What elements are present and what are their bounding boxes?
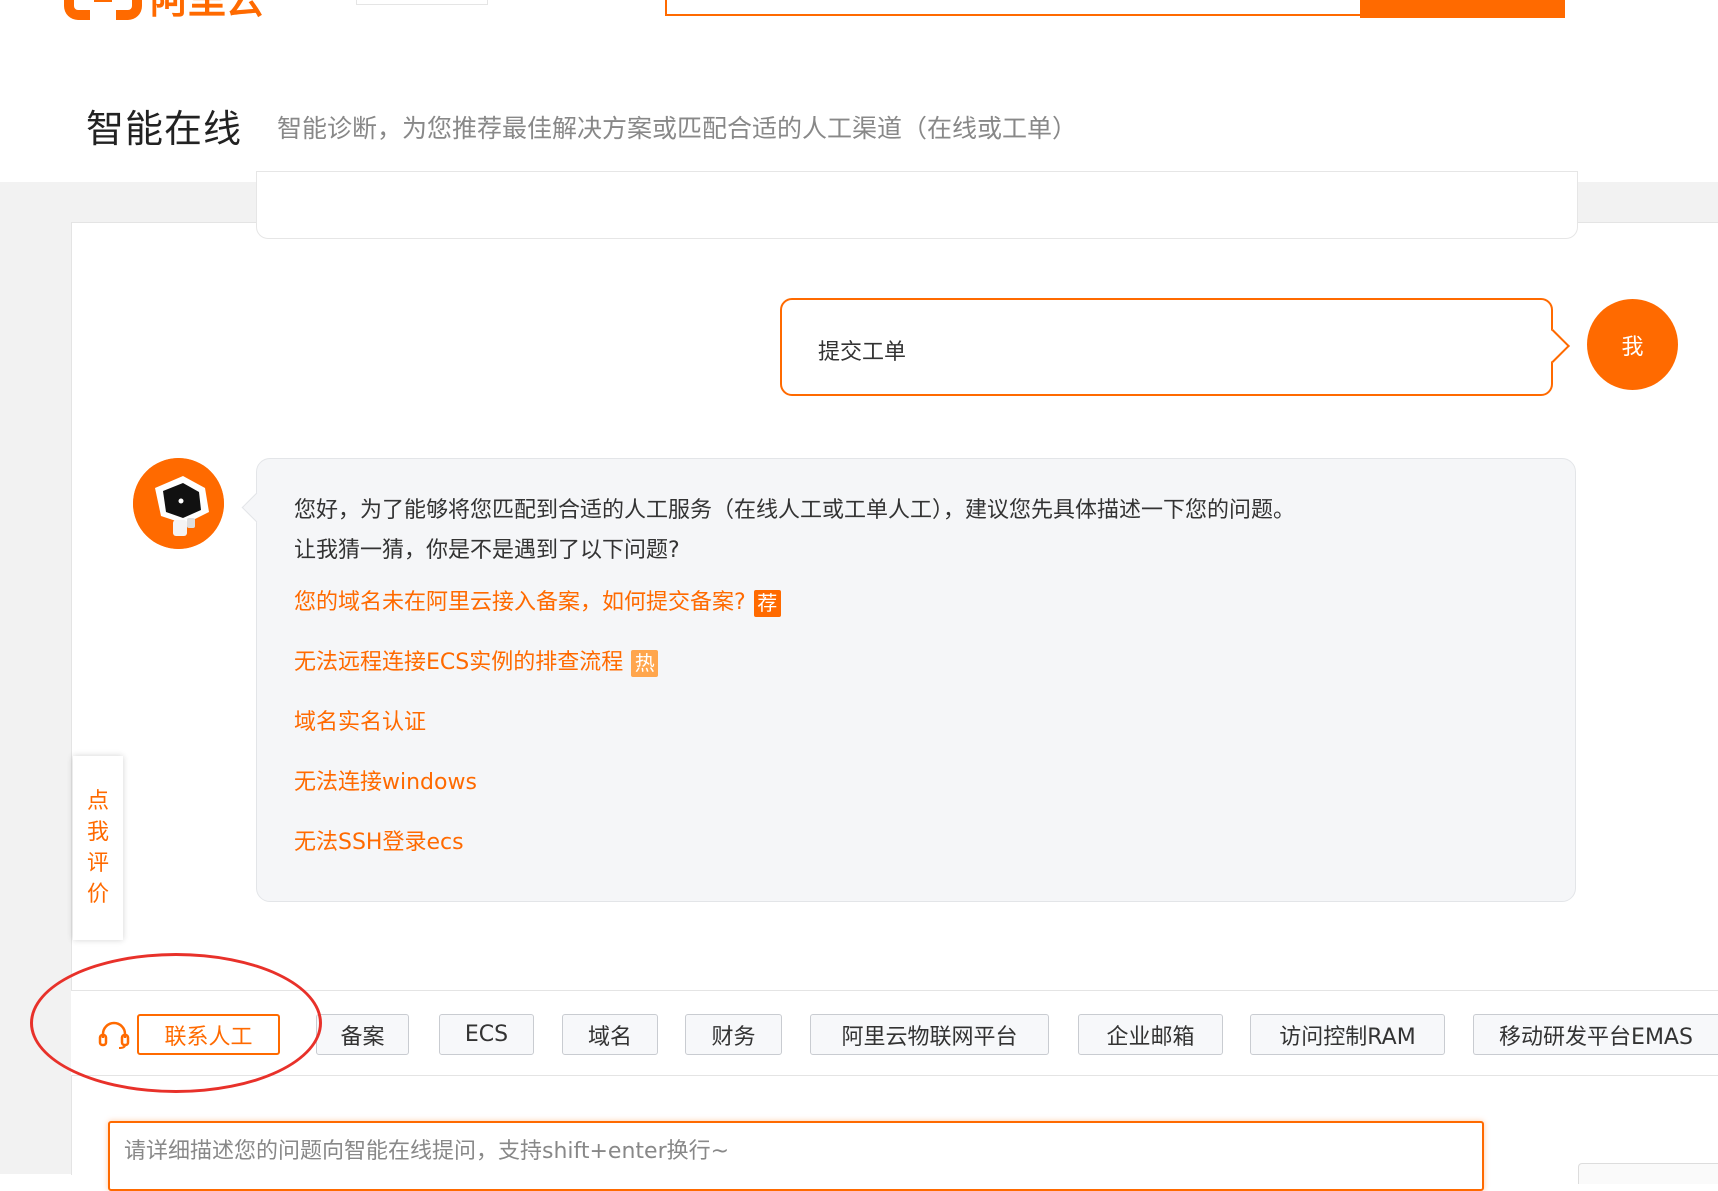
quick-tag-ecs[interactable]: ECS [439, 1014, 534, 1055]
suggestion-link[interactable]: 域名实名认证 [294, 704, 426, 736]
previous-message-bubble [256, 171, 1578, 239]
quick-tag-iot-platform[interactable]: 阿里云物联网平台 [810, 1014, 1049, 1055]
bot-message-bubble: 您好，为了能够将您匹配到合适的人工服务（在线人工或工单人工），建议您先具体描述一… [256, 458, 1576, 902]
user-message-bubble: 提交工单 [780, 298, 1553, 396]
rate-tab-char: 我 [86, 820, 109, 845]
quick-tag-domain[interactable]: 域名 [562, 1014, 658, 1055]
headset-icon[interactable] [97, 1018, 131, 1050]
quick-tag-enterprise-mail[interactable]: 企业邮箱 [1078, 1014, 1223, 1055]
suggestion-text: 无法SSH登录ecs [294, 830, 464, 855]
page-subtitle: 智能诊断，为您推荐最佳解决方案或匹配合适的人工渠道（在线或工单） [277, 114, 1078, 143]
recommend-badge: 荐 [753, 589, 781, 617]
aliyun-logo[interactable]: 阿里云 [64, 0, 264, 22]
rate-tab-char: 点 [86, 789, 109, 814]
suggestion-text: 无法连接windows [294, 770, 477, 795]
suggestion-link[interactable]: 无法SSH登录ecs [294, 824, 464, 856]
user-message-text: 提交工单 [818, 340, 907, 365]
question-input-box [108, 1121, 1484, 1191]
suggestion-link[interactable]: 无法连接windows [294, 764, 477, 796]
quick-tag-beian[interactable]: 备案 [316, 1014, 409, 1055]
suggestion-text: 您的域名未在阿里云接入备案，如何提交备案? [294, 590, 746, 615]
hot-badge: 热 [631, 649, 659, 677]
user-avatar: 我 [1587, 299, 1678, 390]
rate-me-tab[interactable]: 点 我 评 价 [73, 756, 123, 940]
suggestion-link[interactable]: 您的域名未在阿里云接入备案，如何提交备案? 荐 [294, 584, 781, 617]
global-search-button[interactable] [1360, 0, 1565, 18]
quick-tag-emas[interactable]: 移动研发平台EMAS [1473, 1014, 1718, 1055]
quick-tag-finance[interactable]: 财务 [685, 1014, 782, 1055]
aliyun-logo-icon [64, 0, 142, 20]
suggestion-link[interactable]: 无法远程连接ECS实例的排查流程热 [294, 644, 659, 677]
rate-tab-char: 评 [86, 851, 109, 876]
global-search-input[interactable] [665, 0, 1365, 16]
rate-tab-char: 价 [86, 882, 109, 907]
suggestion-text: 域名实名认证 [294, 710, 427, 735]
bot-greeting-text: 您好，为了能够将您匹配到合适的人工服务（在线人工或工单人工），建议您先具体描述一… [294, 498, 1296, 523]
top-header: 阿里云 [0, 0, 1718, 40]
bot-prompt-text: 让我猜一猜，你是不是遇到了以下问题? [294, 538, 680, 563]
robot-avatar-icon [133, 458, 224, 549]
region-selector[interactable] [356, 0, 488, 5]
page-title: 智能在线 [86, 107, 243, 151]
quick-tag-ram[interactable]: 访问控制RAM [1250, 1014, 1445, 1055]
question-input[interactable] [124, 1133, 1454, 1177]
contact-agent-button[interactable]: 联系人工 [137, 1014, 280, 1055]
suggestion-text: 无法远程连接ECS实例的排查流程 [294, 650, 624, 675]
logo-text: 阿里云 [150, 0, 265, 22]
